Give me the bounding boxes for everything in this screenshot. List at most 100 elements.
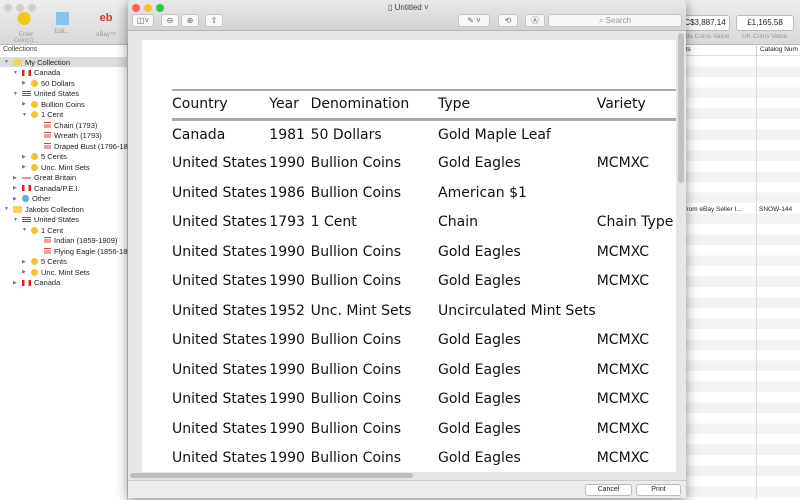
tree-item[interactable]: ▶ 50 Dollars — [0, 78, 75, 88]
table-cell — [597, 119, 676, 149]
column-catalog[interactable]: Catalog Num — [756, 44, 798, 56]
coin-icon — [31, 153, 38, 160]
tree-item-label: Canada — [34, 68, 61, 77]
print-table: Country Year Denomination Type Variety Canad… — [172, 89, 676, 472]
disclosure-closed-icon[interactable]: ▶ — [22, 80, 28, 86]
enter-coins-button[interactable]: Enter Coin(s)... — [6, 12, 46, 44]
disclosure-open-icon[interactable]: ▼ — [13, 217, 19, 223]
table-cell: Unc. Mint Sets — [310, 302, 412, 319]
uk-value: £1,165.58 — [736, 15, 794, 31]
tree-item[interactable]: ▶ Great Britain — [0, 173, 76, 183]
disclosure-open-icon[interactable]: ▼ — [13, 70, 19, 76]
tree-item[interactable]: ▼ My Collection — [0, 57, 128, 67]
tree-item[interactable]: Indian (1859-1909) — [0, 236, 117, 246]
tree-item[interactable]: ▼ United States — [0, 89, 79, 99]
rotate-button[interactable]: ⟲ — [498, 14, 518, 27]
cancel-button[interactable]: Cancel — [585, 484, 632, 496]
table-cell: 1986 — [269, 184, 305, 201]
tree-item[interactable]: ▶ Bullion Coins — [0, 99, 85, 109]
table-cell: 1990 — [269, 420, 305, 437]
disclosure-open-icon[interactable]: ▼ — [22, 227, 28, 233]
disclosure-closed-icon[interactable]: ▶ — [13, 175, 19, 181]
ebay-button[interactable]: eb eBay™ — [86, 12, 126, 38]
tree-item[interactable]: ▶ Canada — [0, 278, 60, 288]
table-cell: United States — [172, 332, 267, 349]
disclosure-closed-icon[interactable]: ▶ — [13, 196, 19, 202]
disclosure-closed-icon[interactable]: ▶ — [22, 164, 28, 170]
disclosure-closed-icon[interactable]: ▶ — [22, 154, 28, 160]
table-cell: Gold Eagles — [438, 155, 521, 172]
markup-button[interactable]: ✎ ˅ — [458, 14, 490, 27]
table-cell: MCMXC — [596, 420, 649, 437]
table-row[interactable]: t from eBay Seller I... SNOW-144 — [681, 206, 792, 213]
table-cell: 1952 — [269, 302, 305, 319]
tree-item-label: Jakobs Collection — [25, 204, 84, 214]
tree-item[interactable]: ▼ Canada — [0, 68, 60, 78]
zoom-out-button[interactable]: ⊖ — [161, 14, 179, 27]
share-button[interactable]: ⇧ — [205, 14, 223, 27]
column-header: Country — [172, 89, 270, 121]
tree-item[interactable]: ▶ Canada/P.E.I. — [0, 183, 80, 193]
list-icon — [44, 247, 51, 255]
search-input[interactable]: ⌕ Search — [548, 14, 682, 27]
tree-item[interactable]: ▶ 5 Cents — [0, 152, 67, 162]
table-cell: 50 Dollars — [310, 126, 382, 143]
tree-item[interactable]: ▼ United States — [0, 215, 79, 225]
tree-item[interactable]: Chain (1793) — [0, 120, 97, 130]
close-button[interactable] — [132, 4, 140, 12]
table-cell: United States — [172, 420, 267, 437]
disclosure-closed-icon[interactable]: ▶ — [13, 280, 19, 286]
flag-ca-icon — [22, 69, 31, 76]
disclosure-open-icon[interactable]: ▼ — [13, 91, 19, 97]
tree-item[interactable]: ▶ 5 Cents — [0, 257, 67, 267]
tree-item[interactable]: ▼ Jakobs Collection — [0, 204, 84, 214]
table-cell: United States — [172, 450, 267, 467]
minimize-button[interactable] — [144, 4, 152, 12]
print-button[interactable]: Print — [636, 484, 681, 496]
close-button[interactable] — [4, 4, 12, 12]
table-cell: United States — [172, 155, 267, 172]
table-cell: 1990 — [269, 332, 305, 349]
print-preview-window: ▯ Untitled ˅ ◫˅ ⊖ ⊕ ⇧ ✎ ˅ ⟲ Ⓐ ⌕ Search C… — [128, 0, 686, 498]
disclosure-closed-icon[interactable]: ▶ — [13, 185, 19, 191]
minimize-button[interactable] — [16, 4, 24, 12]
table-cell: Uncirculated Mint Sets — [438, 302, 596, 319]
tree-item[interactable]: Wreath (1793) — [0, 131, 102, 141]
tree-item-label: Indian (1859-1909) — [54, 236, 118, 245]
sidebar-toggle-button[interactable]: ◫˅ — [132, 14, 154, 27]
table-cell: Bullion Coins — [310, 420, 402, 437]
tree-item-label: Other — [32, 194, 51, 203]
table-cell: 1981 — [269, 126, 305, 143]
table-cell: United States — [172, 184, 267, 201]
disclosure-open-icon[interactable]: ▼ — [4, 59, 10, 65]
disclosure-closed-icon[interactable]: ▶ — [22, 101, 28, 107]
tree-item[interactable]: Draped Bust (1796-180 — [0, 141, 132, 151]
column-header: Year — [269, 89, 311, 121]
coin-icon — [31, 268, 38, 276]
zoom-button[interactable] — [28, 4, 36, 12]
disclosure-closed-icon[interactable]: ▶ — [22, 259, 28, 265]
table-cell: Bullion Coins — [310, 332, 402, 349]
disclosure-closed-icon[interactable]: ▶ — [22, 269, 28, 275]
vertical-scrollbar[interactable] — [678, 33, 684, 183]
tree-item[interactable]: ▼ 1 Cent — [0, 225, 63, 235]
collections-sidebar: Collections ▼ My Collection ▼ Canada ▶ 50 Dol… — [0, 45, 132, 500]
disclosure-open-icon[interactable]: ▼ — [4, 206, 10, 212]
zoom-in-button[interactable]: ⊕ — [181, 14, 199, 27]
horizontal-scrollbar[interactable] — [130, 473, 413, 478]
tree-item[interactable]: ▶ Unc. Mint Sets — [0, 162, 90, 172]
table-cell: MCMXC — [596, 155, 649, 172]
table-cell: Gold Eagles — [438, 391, 521, 408]
disclosure-open-icon[interactable]: ▼ — [22, 112, 28, 118]
edit-button[interactable]: Edit... — [42, 12, 82, 35]
table-cell: United States — [172, 243, 267, 260]
tree-item[interactable]: ▶ Other — [0, 194, 51, 204]
zoom-button[interactable] — [156, 4, 164, 12]
tree-item[interactable]: ▶ Unc. Mint Sets — [0, 267, 90, 277]
tree-item[interactable]: Flying Eagle (1856-185 — [0, 246, 132, 256]
coin-icon — [31, 226, 38, 234]
annotate-button[interactable]: Ⓐ — [525, 14, 545, 27]
tree-item-label: Flying Eagle (1856-185 — [54, 246, 132, 256]
table-cell: 1990 — [269, 361, 305, 378]
tree-item[interactable]: ▼ 1 Cent — [0, 110, 63, 120]
